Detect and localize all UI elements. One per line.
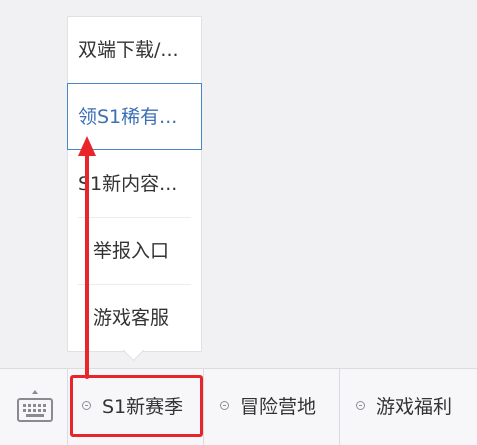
menu-dot-icon: [220, 401, 229, 410]
submenu-item-s1-new-content[interactable]: S1新内容...: [68, 151, 201, 218]
submenu-item-claim-s1-rare[interactable]: 领S1稀有...: [67, 83, 202, 150]
annotation-highlight-box: [70, 375, 203, 437]
menu-dot-icon: [356, 401, 365, 410]
keyboard-icon: [17, 390, 53, 422]
submenu-item-report[interactable]: 举报入口: [68, 218, 201, 285]
menu-tab-label: 冒险营地: [240, 396, 317, 418]
submenu-item-download[interactable]: 双端下载/...: [68, 17, 201, 84]
menu-tab-adventure-camp[interactable]: 冒险营地: [204, 369, 340, 445]
submenu-item-label: 领S1稀有...: [78, 106, 178, 128]
menu-tab-game-benefits[interactable]: 游戏福利: [340, 369, 477, 445]
submenu-item-label: S1新内容...: [78, 173, 178, 195]
submenu-item-label: 举报入口: [93, 240, 170, 262]
menu-tab-label: 游戏福利: [376, 396, 453, 418]
submenu-item-label: 双端下载/...: [78, 39, 179, 61]
keyboard-toggle-button[interactable]: [0, 369, 68, 445]
wechat-official-account-menu: 双端下载/... 领S1稀有... S1新内容... 举报入口 游戏客服 S1新…: [0, 0, 477, 445]
submenu-popup: 双端下载/... 领S1稀有... S1新内容... 举报入口 游戏客服: [67, 16, 202, 352]
